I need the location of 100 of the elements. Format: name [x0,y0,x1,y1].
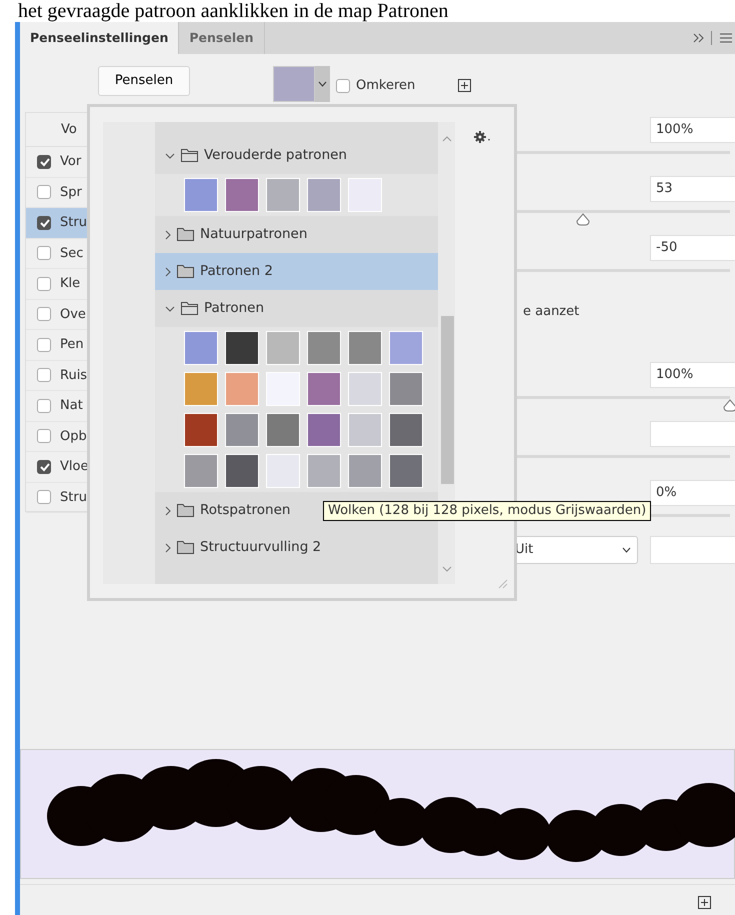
option-checkbox[interactable] [37,429,51,444]
option-checkbox[interactable] [37,216,51,230]
slider-thumb[interactable] [576,213,590,226]
pattern-swatch[interactable] [184,331,218,365]
chevron-right-icon[interactable] [165,506,171,516]
setting-label: e aanzet [523,304,580,319]
chevron-down-icon [622,547,631,553]
option-label: Ruis [60,366,88,384]
pattern-swatch[interactable] [348,178,382,212]
pattern-swatch[interactable] [184,372,218,406]
invert-label: Omkeren [356,77,416,95]
pattern-swatch[interactable] [307,178,341,212]
slider-thumb[interactable] [723,399,735,412]
pattern-swatch[interactable] [184,178,218,212]
folder-name: Structuurvulling 2 [200,538,322,558]
folder-row[interactable]: Verouderde patronen [155,137,438,174]
folder-icon [181,302,198,315]
pattern-swatch[interactable] [389,331,423,365]
pattern-swatch[interactable] [266,178,300,212]
chevron-right-icon[interactable] [165,230,171,240]
option-label: Nat [60,397,83,415]
settings-icon[interactable] [474,131,492,143]
pattern-swatch[interactable] [389,372,423,406]
folder-name: Verouderde patronen [204,146,347,166]
folder-row[interactable]: Patronen 2 [155,253,438,290]
option-label: Vor [60,153,82,171]
pattern-swatch[interactable] [307,331,341,365]
pattern-swatch[interactable] [348,454,382,488]
folder-icon [177,504,194,517]
option-checkbox[interactable] [37,154,51,169]
folder-name: Patronen [204,299,264,318]
folder-name: Patronen 2 [200,262,273,282]
value-field[interactable]: 100% [650,362,735,388]
option-checkbox[interactable] [37,276,51,291]
value-field[interactable]: 100% [650,117,735,143]
pattern-swatch[interactable] [225,372,259,406]
option-checkbox[interactable] [37,246,51,260]
invert-checkbox[interactable] [336,78,350,93]
pattern-swatch[interactable] [266,372,300,406]
option-checkbox[interactable] [37,368,51,382]
option-checkbox[interactable] [37,307,51,322]
option-label: Ove [60,306,86,324]
pattern-swatch[interactable] [184,413,218,447]
folder-icon [181,149,198,162]
folder-icon [177,541,194,554]
add-icon[interactable] [698,896,711,909]
pattern-swatch[interactable] [225,178,259,212]
value-field[interactable] [650,421,735,447]
option-label: Sec [60,244,84,262]
pattern-swatch[interactable] [225,331,259,365]
pattern-swatch[interactable] [307,454,341,488]
dropdown-toggle[interactable] [315,66,330,102]
chevron-down-icon[interactable] [165,306,175,312]
pattern-swatch[interactable] [348,372,382,406]
value-field[interactable]: -50 [650,235,735,261]
folder-row[interactable]: Patronen [155,290,438,327]
chevron-right-icon[interactable] [165,542,171,552]
pattern-swatch[interactable] [266,331,300,365]
column-header: Vo [61,120,77,139]
option-checkbox[interactable] [37,460,51,474]
value-field[interactable]: 53 [650,176,735,202]
pattern-swatch[interactable] [307,413,341,447]
option-checkbox[interactable] [37,490,51,504]
value-field[interactable] [650,536,735,564]
tooltip: Wolken (128 bij 128 pixels, modus Grijswaarden) [323,501,652,521]
divider-icon [711,31,714,45]
option-label: Spr [60,184,82,202]
pattern-swatch[interactable] [266,413,300,447]
caption-text: het gevraagde patroon aanklikken in de map Patronen [17,0,450,22]
pattern-swatch[interactable] [184,454,218,488]
pattern-swatch[interactable] [348,331,382,365]
chevron-down-icon[interactable] [165,152,175,158]
option-label: Vloe [60,458,88,476]
menu-icon[interactable] [720,33,732,43]
collapse-panel-icon[interactable] [692,33,705,43]
option-label: Pen [60,336,84,354]
pattern-swatch[interactable] [307,372,341,406]
option-checkbox[interactable] [37,185,51,200]
scrollbar-thumb[interactable] [441,316,454,484]
scroll-up-icon[interactable] [442,136,452,142]
chevron-down-icon [318,81,327,87]
chevron-right-icon[interactable] [165,266,171,276]
pattern-swatch[interactable] [225,454,259,488]
pattern-swatch[interactable] [348,413,382,447]
pattern-swatch[interactable] [266,454,300,488]
option-checkbox[interactable] [37,398,51,413]
option-label: Stru [60,488,87,506]
scroll-down-icon[interactable] [442,566,452,572]
pattern-preview[interactable] [273,66,315,102]
add-icon[interactable] [458,79,471,92]
option-checkbox[interactable] [37,338,51,352]
pattern-swatch[interactable] [225,413,259,447]
panel-tab[interactable]: Penseelinstellingen [20,22,180,54]
pattern-swatch[interactable] [389,454,423,488]
pattern-swatch[interactable] [389,413,423,447]
folder-row[interactable]: Natuurpatronen [155,216,438,253]
folder-row[interactable]: Structuurvulling 2 [155,529,438,566]
resize-grip-icon[interactable] [498,579,508,589]
brushes-button[interactable]: Penselen [98,66,190,96]
value-field[interactable]: 0% [650,480,735,506]
